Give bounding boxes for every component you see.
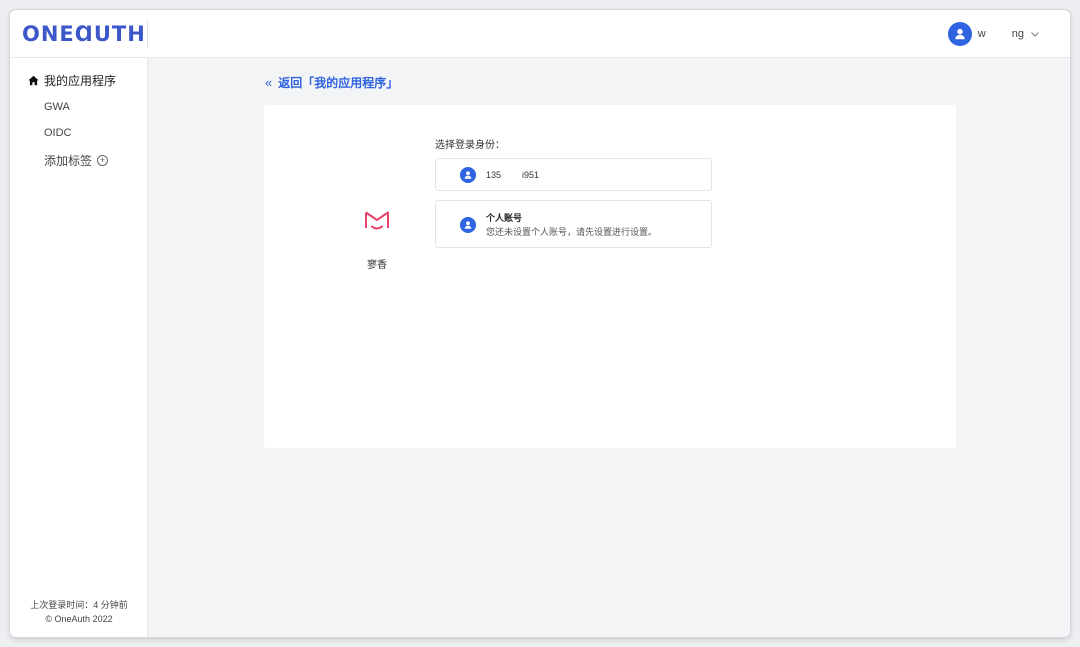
app-window: ONEⱭUTH w ng 我的应用程序 GWA OIDC 添加标签 + 上次登录… — [10, 10, 1070, 637]
sidebar-item-label: 我的应用程序 — [44, 74, 117, 88]
user-menu[interactable]: w ng — [947, 22, 1040, 46]
user-icon — [460, 167, 476, 183]
double-chevron-left-icon: « — [265, 75, 273, 90]
top-bar: ONEⱭUTH w ng — [10, 10, 1070, 58]
add-tag-button[interactable]: 添加标签 + — [44, 152, 109, 169]
user-name-first: w — [977, 28, 986, 40]
identity-option-personal-account[interactable]: 个人账号 您还未设置个人账号，请先设置进行设置。 — [435, 200, 712, 248]
app-logo-icon — [365, 211, 389, 230]
app-name: 寥香 — [367, 260, 387, 271]
sidebar-item-oidc[interactable]: OIDC — [44, 127, 72, 139]
add-tag-label: 添加标签 — [44, 154, 93, 168]
identity-phone-suffix: i951 — [522, 170, 540, 180]
user-avatar-icon — [947, 22, 972, 46]
sidebar: 我的应用程序 GWA OIDC 添加标签 + 上次登录时间：4 分钟前 © On… — [10, 58, 148, 637]
chevron-down-icon — [1031, 32, 1039, 37]
copyright: © OneAuth 2022 — [45, 614, 113, 624]
home-icon — [28, 75, 39, 86]
sidebar-item-gwa[interactable]: GWA — [44, 101, 70, 113]
back-to-my-apps-link[interactable]: « 返回「我的应用程序」 — [265, 74, 398, 91]
personal-account-title: 个人账号 — [486, 213, 523, 223]
user-icon — [460, 217, 476, 233]
user-name-last: ng — [1011, 28, 1024, 40]
back-link-label: 返回「我的应用程序」 — [278, 76, 399, 90]
identity-option-phone[interactable]: 135 i951 — [435, 158, 712, 191]
identity-phone-prefix: 135 — [486, 170, 502, 180]
sidebar-item-my-apps[interactable]: 我的应用程序 — [28, 72, 116, 89]
choose-identity-label: 选择登录身份： — [435, 140, 505, 151]
last-login-time: 上次登录时间：4 分钟前 — [30, 600, 128, 610]
personal-account-hint: 您还未设置个人账号，请先设置进行设置。 — [486, 227, 658, 237]
logo-divider — [147, 20, 148, 48]
oneauth-logo[interactable]: ONEⱭUTH — [22, 21, 146, 47]
identity-select-card: 寥香 选择登录身份： 135 i951 个人账号 您还未设置个人账号，请先设置进… — [264, 105, 956, 448]
plus-circle-icon: + — [97, 155, 109, 166]
